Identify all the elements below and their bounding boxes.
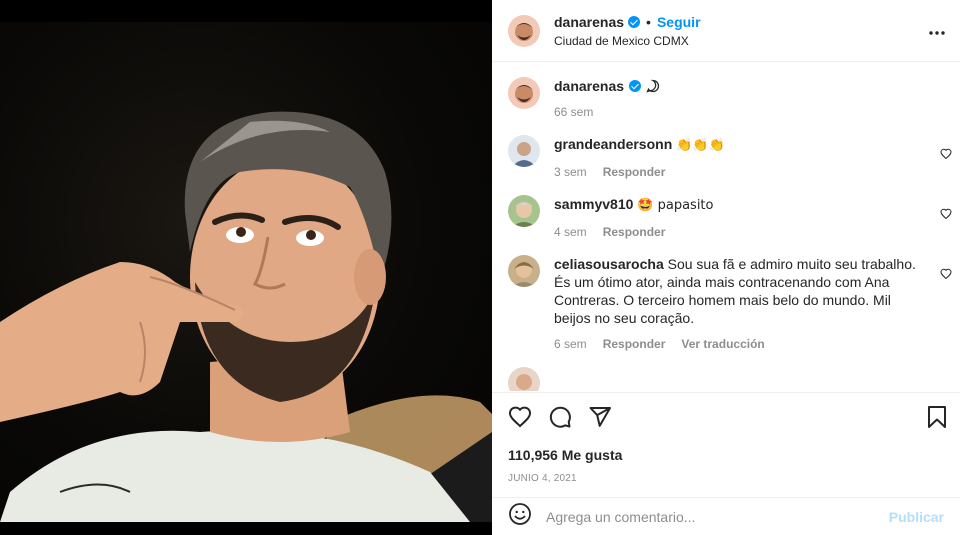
publish-button[interactable]: Publicar xyxy=(889,509,944,525)
like-comment-heart-icon[interactable] xyxy=(940,267,952,285)
comment-input[interactable] xyxy=(546,508,889,525)
comment-username[interactable]: celiasousarocha xyxy=(554,256,664,272)
verified-badge-icon xyxy=(628,15,641,28)
post-side-panel: danarenas • Seguir Ciudad de Mexico CDMX xyxy=(492,0,960,535)
speech-bubble-icon xyxy=(646,79,660,93)
more-options-icon[interactable] xyxy=(928,20,946,41)
caption-body: danarenas 66 sem xyxy=(554,77,944,121)
portrait-illustration xyxy=(0,111,492,522)
comment-meta: 4 sem Responder xyxy=(554,223,920,241)
caption-meta: 66 sem xyxy=(554,103,920,121)
comment-age: 4 sem xyxy=(554,225,587,239)
comment-item: grandeandersonn 👏👏👏 3 sem Responder xyxy=(508,121,952,181)
caption-age: 66 sem xyxy=(554,105,594,119)
comment-meta: 6 sem Responder Ver traducción xyxy=(554,335,920,353)
comment-body: sammyv810 🤩 papasito 4 sem Responder xyxy=(554,195,944,241)
comment-text: 🤩 papasito xyxy=(637,198,714,213)
reply-button[interactable]: Responder xyxy=(603,335,666,353)
header-text: danarenas • Seguir Ciudad de Mexico CDMX xyxy=(554,14,928,48)
share-paper-plane-icon[interactable] xyxy=(588,405,612,434)
post-date: JUNIO 4, 2021 xyxy=(508,473,577,484)
like-comment-heart-icon[interactable] xyxy=(940,207,952,225)
action-icons xyxy=(508,405,948,433)
header-username[interactable]: danarenas xyxy=(554,14,624,30)
comment-bubble-icon[interactable] xyxy=(548,405,572,434)
avatar[interactable] xyxy=(508,14,540,47)
translate-button[interactable]: Ver traducción xyxy=(681,335,764,353)
follow-button[interactable]: Seguir xyxy=(657,14,701,30)
save-bookmark-icon[interactable] xyxy=(926,405,948,434)
comment-item-partial xyxy=(508,353,944,391)
likes-count[interactable]: 110,956 Me gusta xyxy=(508,447,948,463)
add-comment-bar: Publicar xyxy=(492,497,960,535)
separator-dot: • xyxy=(646,13,651,30)
caption-username[interactable]: danarenas xyxy=(554,77,624,95)
comment-text: 👏👏👏 xyxy=(676,138,725,153)
verified-badge-icon xyxy=(629,80,642,92)
post-photo[interactable] xyxy=(0,22,492,522)
caption-item: danarenas 66 sem xyxy=(508,63,944,121)
photo-pane xyxy=(0,0,492,535)
avatar[interactable] xyxy=(508,367,540,391)
post-header: danarenas • Seguir Ciudad de Mexico CDMX xyxy=(492,0,960,62)
comment-item: sammyv810 🤩 papasito 4 sem Responder xyxy=(508,181,952,241)
header-line: danarenas • Seguir xyxy=(554,14,928,30)
comment-body: grandeandersonn 👏👏👏 3 sem Responder xyxy=(554,135,944,181)
post-actions: 110,956 Me gusta JUNIO 4, 2021 xyxy=(492,392,960,484)
comment-username[interactable]: grandeandersonn xyxy=(554,136,672,152)
avatar[interactable] xyxy=(508,255,540,287)
like-heart-icon[interactable] xyxy=(508,405,532,434)
comment-age: 6 sem xyxy=(554,337,587,351)
comments-list[interactable]: danarenas 66 sem grandeandersonn 👏👏👏 3 s… xyxy=(492,63,960,391)
instagram-post: danarenas • Seguir Ciudad de Mexico CDMX xyxy=(0,0,960,535)
emoji-smiley-icon[interactable] xyxy=(508,502,532,531)
location-link[interactable]: Ciudad de Mexico CDMX xyxy=(554,34,928,48)
avatar[interactable] xyxy=(508,77,540,109)
comment-meta: 3 sem Responder xyxy=(554,163,920,181)
reply-button[interactable]: Responder xyxy=(603,163,666,181)
avatar[interactable] xyxy=(508,135,540,167)
comment-item: celiasousarocha Sou sua fã e admiro muit… xyxy=(508,241,952,353)
comment-body: celiasousarocha Sou sua fã e admiro muit… xyxy=(554,255,944,353)
reply-button[interactable]: Responder xyxy=(603,223,666,241)
like-comment-heart-icon[interactable] xyxy=(940,147,952,165)
comment-username[interactable]: sammyv810 xyxy=(554,196,633,212)
comment-age: 3 sem xyxy=(554,165,587,179)
avatar[interactable] xyxy=(508,195,540,227)
